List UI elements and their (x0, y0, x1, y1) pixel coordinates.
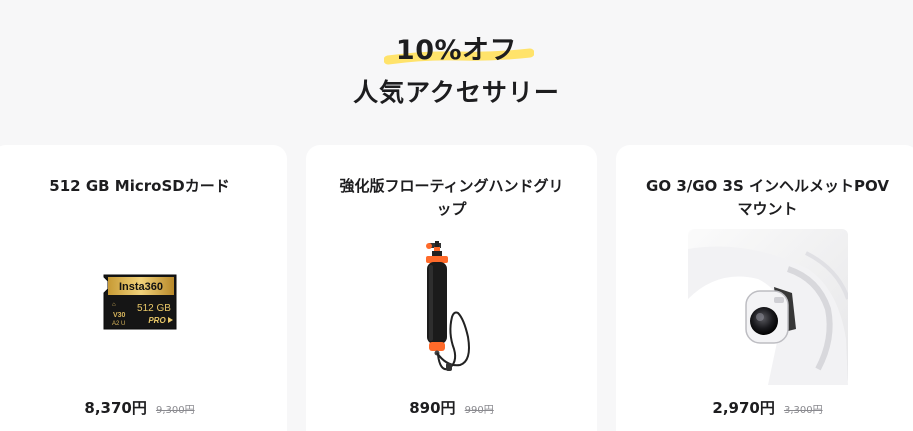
microsd-card-icon: Insta360 ⌂ V30 A2 U 512 GB PRO (103, 274, 176, 330)
product-image[interactable]: Insta360 ⌂ V30 A2 U 512 GB PRO (0, 273, 287, 331)
card-brand-text: Insta360 (118, 281, 162, 293)
product-image[interactable] (306, 237, 597, 377)
sale-price: 890円 (409, 399, 456, 417)
svg-text:V30: V30 (113, 312, 126, 319)
price-row: 2,970円 3,300円 (616, 397, 913, 418)
card-capacity-text: 512 GB (137, 303, 171, 314)
product-list: 512 GB MicroSDカード Insta360 ⌂ V30 A2 U 51… (0, 145, 913, 431)
section-header: 10%オフ 人気アクセサリー (0, 30, 913, 110)
section-title: 人気アクセサリー (353, 78, 560, 107)
original-price: 9,300円 (155, 405, 195, 416)
card-tier-text: PRO (148, 316, 166, 325)
svg-text:A2 U: A2 U (112, 321, 125, 327)
floating-hand-grip-icon (425, 241, 470, 371)
discount-label: 10%オフ (395, 35, 518, 66)
sale-price: 2,970円 (712, 399, 775, 417)
price-row: 8,370円 9,300円 (0, 397, 287, 418)
product-card-helmet-mount[interactable]: GO 3/GO 3S インヘルメットPOVマウント 2,970円 3,300円 (616, 145, 913, 431)
product-title[interactable]: 512 GB MicroSDカード (20, 175, 259, 198)
helmet-pov-mount-photo (687, 229, 848, 385)
discount-heading: 10%オフ (383, 30, 534, 72)
price-row: 890円 990円 (306, 397, 597, 418)
product-title[interactable]: GO 3/GO 3S インヘルメットPOVマウント (644, 175, 891, 221)
sale-price: 8,370円 (84, 399, 147, 417)
product-card-microsd[interactable]: 512 GB MicroSDカード Insta360 ⌂ V30 A2 U 51… (0, 145, 287, 431)
product-image[interactable] (616, 229, 913, 385)
original-price: 990円 (464, 405, 494, 416)
svg-text:⌂: ⌂ (112, 302, 116, 308)
product-title[interactable]: 強化版フローティングハンドグリップ (334, 175, 569, 221)
original-price: 3,300円 (783, 405, 823, 416)
product-card-floating-grip[interactable]: 強化版フローティングハンドグリップ 890円 990円 (306, 145, 597, 431)
promo-section: 10%オフ 人気アクセサリー 512 GB MicroSDカード Insta36… (0, 0, 913, 431)
